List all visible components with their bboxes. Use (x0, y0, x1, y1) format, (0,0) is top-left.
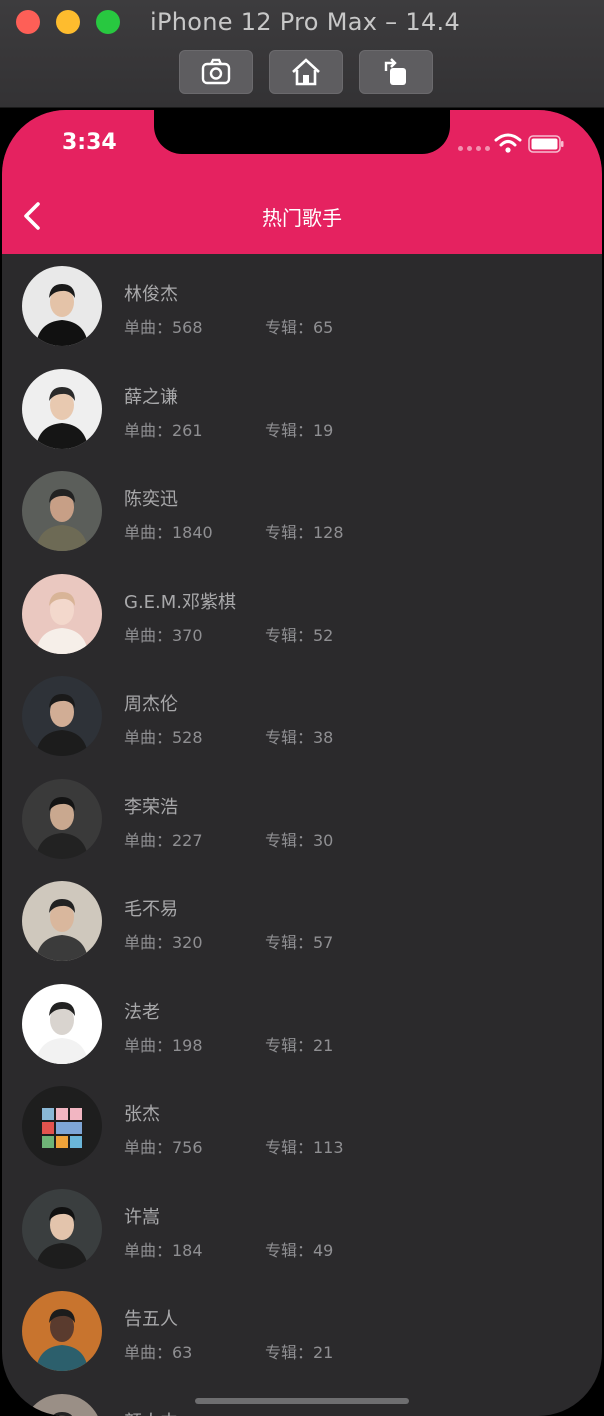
singer-singles-count: 单曲：1840 (124, 523, 213, 542)
rotate-icon (384, 58, 406, 85)
singer-name: 张杰 (124, 1104, 160, 1125)
page-title: 热门歌手 (262, 206, 342, 230)
singer-avatar (22, 778, 102, 859)
singer-avatar (22, 983, 102, 1064)
singer-name: G.E.M.邓紫棋 (124, 591, 237, 613)
rotate-button[interactable] (359, 50, 433, 94)
zoom-window-button[interactable] (96, 10, 120, 34)
singer-avatar (22, 881, 102, 961)
singer-row[interactable]: 许嵩单曲：184 专辑：49 (2, 1177, 602, 1279)
phone-screen: 3:34 热门歌手 林俊杰单曲：568 专辑：65 薛之谦单曲：261 专辑：19 陈奕… (2, 110, 602, 1416)
home-indicator[interactable] (195, 1398, 409, 1404)
app-header: 3:34 热门歌手 (2, 110, 602, 254)
singer-avatar (22, 266, 102, 346)
singer-singles-count: 单曲：756 (124, 1138, 203, 1157)
singer-singles-count: 单曲：261 (124, 420, 203, 440)
singer-singles-count: 单曲：227 (124, 830, 203, 850)
singer-albums-count: 专辑：30 (265, 830, 334, 850)
singer-name: 法老 (124, 1001, 160, 1023)
singer-name: 陈奕迅 (124, 489, 178, 510)
battery-icon (528, 135, 564, 153)
singer-singles-count: 单曲：184 (124, 1240, 203, 1260)
singer-avatar (22, 1188, 102, 1269)
singer-albums-count: 专辑：49 (265, 1240, 334, 1260)
singer-avatar (22, 1086, 102, 1166)
singer-name: 许嵩 (124, 1206, 160, 1228)
singer-singles-count: 单曲：528 (124, 728, 203, 747)
singer-row[interactable]: 法老单曲：198 专辑：21 (2, 972, 602, 1074)
home-icon (292, 58, 320, 86)
singer-albums-count: 专辑：113 (265, 1138, 344, 1157)
singer-albums-count: 专辑：38 (265, 728, 334, 747)
singer-singles-count: 单曲：568 (124, 318, 203, 337)
notch (154, 110, 450, 154)
singer-albums-count: 专辑：21 (265, 1343, 334, 1362)
singer-name: 林俊杰 (124, 284, 178, 305)
singer-row[interactable]: 林俊杰单曲：568 专辑：65 (2, 254, 602, 356)
singer-singles-count: 单曲：63 (124, 1343, 193, 1362)
singer-albums-count: 专辑：52 (265, 625, 334, 645)
singer-name: 周杰伦 (124, 694, 178, 715)
singer-avatar (22, 676, 102, 756)
singer-row[interactable]: 陈奕迅单曲：1840 专辑：128 (2, 459, 602, 561)
singer-albums-count: 专辑：65 (265, 318, 334, 337)
singer-row[interactable]: 毛不易单曲：320 专辑：57 (2, 869, 602, 971)
signal-icon (458, 146, 490, 151)
singer-name: 告五人 (124, 1309, 178, 1330)
singer-name: 毛不易 (124, 899, 178, 920)
status-time: 3:34 (62, 130, 117, 155)
singer-singles-count: 单曲：320 (124, 933, 203, 952)
singer-avatar (22, 573, 102, 654)
singer-row[interactable]: 周杰伦单曲：528 专辑：38 (2, 664, 602, 766)
singer-name: 李荣浩 (124, 796, 178, 818)
singer-albums-count: 专辑：19 (265, 420, 334, 440)
minimize-window-button[interactable] (56, 10, 80, 34)
singer-singles-count: 单曲：370 (124, 625, 203, 645)
singer-avatar (22, 471, 102, 551)
singer-singles-count: 单曲：198 (124, 1035, 203, 1055)
camera-icon (201, 58, 231, 85)
singer-avatar (22, 1393, 102, 1416)
singer-row[interactable]: G.E.M.邓紫棋 单曲：370 专辑：52 (2, 562, 602, 664)
simulator-title: iPhone 12 Pro Max – 14.4 (150, 8, 461, 36)
screenshot-button[interactable] (179, 50, 253, 94)
singer-albums-count: 专辑：21 (265, 1035, 334, 1055)
singer-row[interactable]: 张杰单曲：756 专辑：113 (2, 1074, 602, 1176)
wifi-icon (494, 133, 522, 153)
singer-row[interactable]: 李荣浩单曲：227 专辑：30 (2, 767, 602, 869)
singer-albums-count: 专辑：57 (265, 933, 334, 952)
singer-name: 薛之谦 (124, 386, 178, 408)
singer-avatar (22, 368, 102, 449)
singer-albums-count: 专辑：128 (265, 523, 344, 542)
simulator-titlebar: iPhone 12 Pro Max – 14.4 (0, 0, 604, 108)
home-button[interactable] (269, 50, 343, 94)
singer-row[interactable]: 告五人单曲：63 专辑：21 (2, 1279, 602, 1381)
singer-avatar (22, 1291, 102, 1371)
singer-name: 颜人中 (124, 1408, 178, 1416)
singer-row[interactable]: 薛之谦单曲：261 专辑：19 (2, 357, 602, 459)
close-window-button[interactable] (16, 10, 40, 34)
